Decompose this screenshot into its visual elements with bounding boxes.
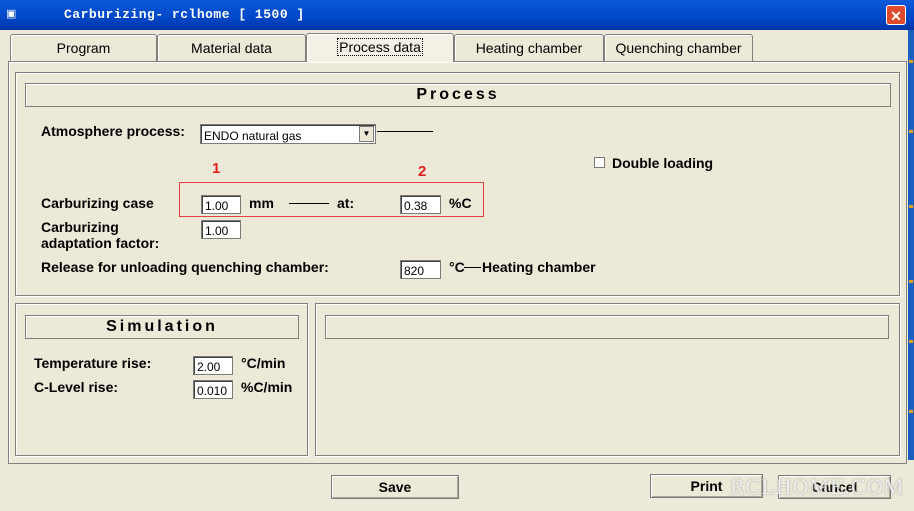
temperature-rise-input[interactable]: 2.00 xyxy=(193,356,233,375)
strip-mark xyxy=(909,205,913,208)
strip-mark xyxy=(909,340,913,343)
process-heading: Process xyxy=(25,83,891,107)
annotation-2: 2 xyxy=(418,163,427,180)
clevel-rise-input[interactable]: 0.010 xyxy=(193,380,233,399)
atmosphere-value: ENDO natural gas xyxy=(204,129,302,143)
double-loading-label[interactable]: Double loading xyxy=(612,155,713,171)
clevel-rise-label: C-Level rise: xyxy=(34,379,119,395)
connector-line xyxy=(377,131,433,132)
background-strip xyxy=(908,30,914,460)
tab-quenching-chamber[interactable]: Quenching chamber xyxy=(604,34,753,61)
simulation-heading: Simulation xyxy=(25,315,299,339)
output-heading xyxy=(325,315,889,339)
case-unit: mm xyxy=(249,195,274,211)
atmosphere-label: Atmosphere process: xyxy=(41,123,185,139)
connector-line xyxy=(464,267,481,268)
adaptation-label-line2: adaptation factor: xyxy=(41,235,160,251)
annotation-1: 1 xyxy=(212,160,221,177)
adaptation-label-line1: Carburizing xyxy=(41,219,119,235)
release-label: Release for unloading quenching chamber: xyxy=(41,259,329,275)
double-loading-checkbox[interactable] xyxy=(594,157,605,168)
clevel-rise-unit: %C/min xyxy=(241,379,293,395)
tab-heating-chamber[interactable]: Heating chamber xyxy=(454,34,604,61)
tab-label: Quenching chamber xyxy=(615,40,742,56)
release-unit: °C xyxy=(449,259,465,275)
temperature-rise-label: Temperature rise: xyxy=(34,355,152,371)
strip-mark xyxy=(909,280,913,283)
strip-mark xyxy=(909,130,913,133)
save-button[interactable]: Save xyxy=(331,475,459,499)
temperature-rise-unit: °C/min xyxy=(241,355,286,371)
chevron-down-icon[interactable]: ▼ xyxy=(359,126,374,142)
adaptation-factor-input[interactable]: 1.00 xyxy=(201,220,241,239)
app-icon[interactable]: ▣ xyxy=(6,8,20,20)
connector-line xyxy=(289,203,329,204)
carburizing-case-label: Carburizing case xyxy=(41,195,154,211)
carbon-level-input[interactable]: 0.38 xyxy=(400,195,441,214)
window-title: Carburizing- rclhome [ 1500 ] xyxy=(64,7,305,22)
watermark: RCLHOME.COM xyxy=(730,474,905,499)
carbon-unit: %C xyxy=(449,195,472,211)
at-label: at: xyxy=(337,195,355,211)
atmosphere-select[interactable]: ENDO natural gas ▼ xyxy=(200,124,376,144)
strip-mark xyxy=(909,60,913,63)
strip-mark xyxy=(909,410,913,413)
tab-label: Program xyxy=(56,40,111,56)
tab-material-data[interactable]: Material data xyxy=(157,34,306,61)
tab-process-data[interactable]: Process data xyxy=(306,33,454,62)
tab-label: Heating chamber xyxy=(475,40,583,56)
carburizing-case-input[interactable]: 1.00 xyxy=(201,195,241,214)
tab-label: Process data xyxy=(337,38,423,56)
release-temperature-input[interactable]: 820 xyxy=(400,260,441,279)
heating-chamber-link: Heating chamber xyxy=(482,259,596,275)
close-icon[interactable]: ✕ xyxy=(886,5,906,25)
tab-label: Material data xyxy=(191,40,272,56)
tab-program[interactable]: Program xyxy=(10,34,157,61)
